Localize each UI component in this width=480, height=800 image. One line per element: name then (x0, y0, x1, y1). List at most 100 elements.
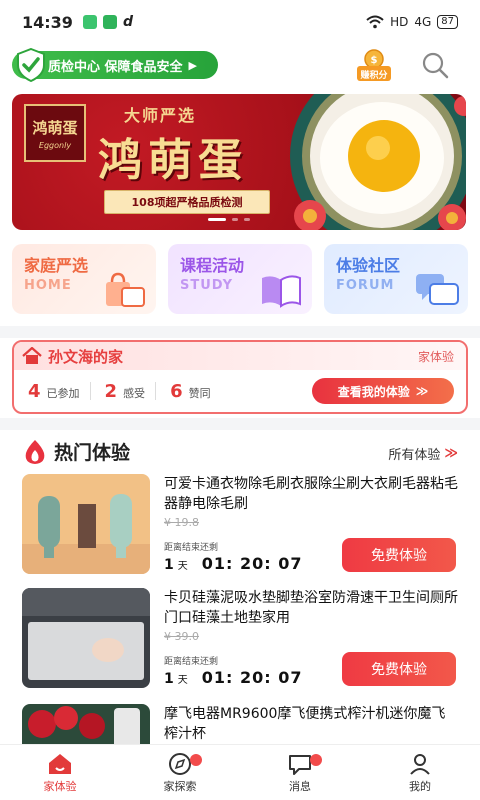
home-icon (49, 753, 71, 774)
nav-home-experience[interactable]: 家体验 (0, 745, 120, 800)
notification-dot (190, 754, 202, 766)
section-divider (0, 326, 480, 338)
arrow-right-icon: ▶ (188, 58, 197, 72)
brand-logo-en: Eggonly (38, 140, 72, 150)
banner-title: 鸿萌蛋 (98, 135, 248, 186)
stat-number: 2 (104, 380, 118, 402)
compass-icon (169, 752, 191, 775)
battery-icon: 87 (437, 15, 458, 29)
countdown-day-unit: 天 (177, 675, 188, 686)
countdown-days: 1 (164, 557, 174, 573)
view-my-experience-button[interactable]: 查看我的体验 ≫ (312, 378, 454, 404)
double-chevron-right-icon: ≫ (415, 384, 429, 398)
all-experiences-link[interactable]: 所有体验 ≫ (388, 444, 458, 463)
bath-mat-product-image (22, 588, 150, 688)
banner-subtitle: 大师严选 (124, 106, 197, 125)
product-original-price: ¥ 39.0 (164, 630, 199, 643)
flame-icon (25, 439, 45, 464)
product-card[interactable]: 卡贝硅藻泥吸水垫脚垫浴室防滑速干卫生间厕所门口硅藻土地垫家用 ¥ 39.0 距离… (22, 588, 458, 688)
nav-label: 消息 (289, 779, 311, 793)
category-course-activity[interactable]: 课程活动 STUDY (168, 244, 312, 314)
hot-experience-title: 热门体验 (54, 442, 131, 464)
egg-plate-image (290, 94, 466, 230)
product-original-price: ¥ 19.8 (164, 516, 199, 529)
search-icon[interactable] (420, 50, 450, 80)
banner-dot (244, 218, 250, 221)
divider (89, 382, 91, 400)
hot-experience-heading: 热门体验 (22, 438, 130, 465)
earn-points-icon[interactable]: $ 赚积分 (354, 48, 394, 84)
countdown-timer: 1 天 01: 20: 07 (164, 554, 302, 573)
home-icon (22, 347, 42, 364)
stat-number: 6 (170, 380, 183, 402)
chat-bubbles-icon (416, 274, 459, 305)
app-notification-icon (102, 15, 117, 29)
promo-banner[interactable]: 鸿萌蛋 Eggonly 大师严选 鸿萌蛋 108项超严格品质检测 (12, 94, 466, 230)
tiktok-icon: d (122, 14, 133, 30)
banner-dot-active (208, 218, 226, 221)
status-icons: HD 4G 87 (366, 15, 458, 29)
stat-label: 感受 (123, 386, 146, 400)
product-card[interactable]: 可爱卡通衣物除毛刷衣服除尘刷大衣刷毛器粘毛器静电除毛刷 ¥ 19.8 距离结束还… (22, 474, 458, 574)
double-chevron-right-icon: ≫ (444, 446, 458, 461)
juicer-product-image (22, 704, 150, 744)
stat-label: 已参加 (46, 386, 80, 400)
quality-center-button[interactable]: 质检中心 保障食品安全 ▶ (12, 48, 218, 82)
wechat-icon (82, 15, 97, 29)
quality-center-label: 质检中心 保障食品安全 (48, 59, 183, 75)
bottom-navigation: 家体验 家探索 消息 我的 (0, 744, 480, 800)
countdown-time: 01: 20: 07 (201, 554, 303, 573)
nav-label: 家体验 (43, 779, 77, 793)
status-bar: 14:39 d HD 4G 87 (0, 0, 480, 44)
nav-profile[interactable]: 我的 (360, 745, 480, 800)
nav-explore[interactable]: 家探索 (120, 745, 240, 800)
countdown-label: 距离结束还剩 (164, 543, 219, 553)
stat-participated[interactable]: 4 已参加 (28, 381, 80, 402)
brand-logo: 鸿萌蛋 Eggonly (24, 104, 86, 162)
countdown-label: 距离结束还剩 (164, 657, 219, 667)
stat-number: 4 (28, 380, 41, 402)
countdown-timer: 1 天 01: 20: 07 (164, 668, 302, 687)
lint-brush-product-image (22, 474, 150, 574)
free-trial-button[interactable]: 免费体验 (342, 538, 456, 572)
stat-likes[interactable]: 6 赞同 (170, 381, 211, 402)
brand-logo-cn: 鸿萌蛋 (32, 118, 78, 137)
header: 质检中心 保障食品安全 ▶ $ 赚积分 (0, 44, 480, 92)
nav-label: 家探索 (163, 779, 197, 793)
section-divider (0, 418, 480, 430)
notification-dot (310, 754, 322, 766)
view-my-experience-label: 查看我的体验 (337, 384, 410, 399)
product-card[interactable]: 摩飞电器MR9600摩飞便携式榨汁机迷你魔飞榨汁杯 (22, 704, 458, 744)
product-name: 卡贝硅藻泥吸水垫脚垫浴室防滑速干卫生间厕所门口硅藻土地垫家用 (164, 590, 458, 626)
signal-icon: 4G (414, 15, 432, 29)
product-name: 可爱卡通衣物除毛刷衣服除尘刷大衣刷毛器粘毛器静电除毛刷 (164, 476, 458, 512)
banner-dot (232, 218, 238, 221)
earn-points-label: 赚积分 (359, 69, 387, 81)
my-family-card: 孙文海的家 家体验 4 已参加 2 感受 6 赞同 查看我的体验 ≫ (12, 340, 468, 414)
wifi-icon (366, 15, 384, 29)
family-header: 孙文海的家 家体验 (14, 342, 466, 370)
countdown-time: 01: 20: 07 (201, 668, 303, 687)
banner-pagination (208, 218, 250, 221)
free-trial-button[interactable]: 免费体验 (342, 652, 456, 686)
shield-check-icon (17, 48, 45, 82)
user-icon (410, 753, 430, 775)
product-name: 摩飞电器MR9600摩飞便携式榨汁机迷你魔飞榨汁杯 (164, 706, 446, 742)
all-experiences-label: 所有体验 (388, 448, 441, 463)
category-forum[interactable]: 体验社区 FORUM (324, 244, 468, 314)
family-name: 孙文海的家 (48, 347, 124, 366)
stat-label: 赞同 (188, 386, 211, 400)
message-bubble-icon (289, 754, 311, 775)
nav-messages[interactable]: 消息 (240, 745, 360, 800)
banner-quality-check: 108项超严格品质检测 (104, 190, 270, 214)
nav-label: 我的 (409, 779, 431, 793)
status-time: 14:39 (22, 12, 73, 32)
family-stats: 4 已参加 2 感受 6 赞同 查看我的体验 ≫ (14, 370, 466, 412)
network-type: HD (390, 15, 409, 29)
book-icon (262, 275, 301, 308)
shopping-bag-icon (106, 272, 145, 307)
countdown-days: 1 (164, 671, 174, 687)
stat-feelings[interactable]: 2 感受 (105, 381, 146, 402)
category-home-selection[interactable]: 家庭严选 HOME (12, 244, 156, 314)
countdown-day-unit: 天 (177, 561, 188, 572)
